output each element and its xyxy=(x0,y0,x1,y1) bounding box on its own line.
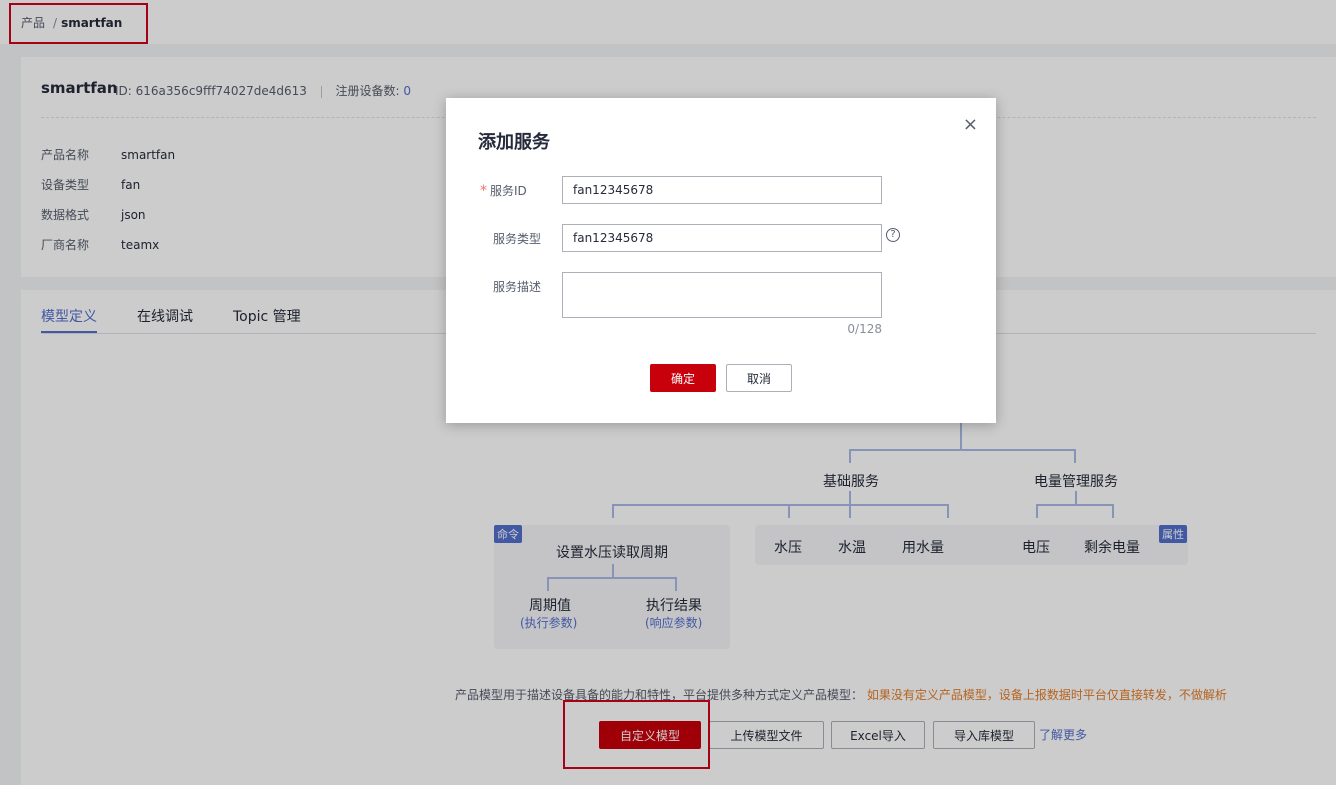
service-desc-textarea[interactable] xyxy=(562,272,882,318)
service-desc-label: 服务描述 xyxy=(493,280,542,294)
char-counter: 0/128 xyxy=(847,322,882,336)
required-mark: * xyxy=(480,183,487,199)
dialog-title: 添加服务 xyxy=(478,132,550,153)
service-type-label: 服务类型 xyxy=(493,232,542,246)
close-icon[interactable]: × xyxy=(963,114,978,135)
help-icon[interactable]: ? xyxy=(886,228,900,242)
cancel-button[interactable]: 取消 xyxy=(726,364,792,392)
confirm-button[interactable]: 确定 xyxy=(650,364,716,392)
service-id-input[interactable] xyxy=(562,176,882,204)
add-service-dialog: 添加服务 × *服务ID 服务类型 ? 服务描述 0/128 确定 取消 xyxy=(446,98,996,423)
service-type-input[interactable] xyxy=(562,224,882,252)
service-id-label: * 服务ID xyxy=(480,183,527,199)
